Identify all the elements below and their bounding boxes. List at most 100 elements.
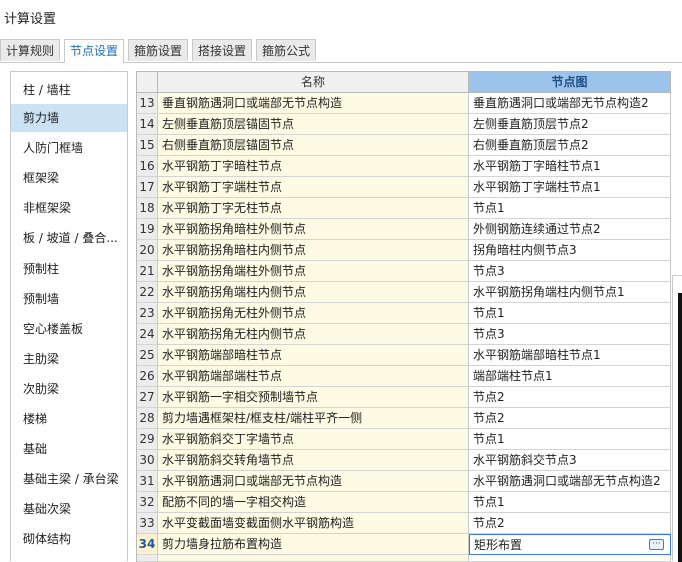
node-cell-editing[interactable]: 矩形布置 ···	[469, 534, 671, 555]
node-cell[interactable]: 节点1	[469, 303, 671, 324]
table-row: 33 水平变截面墙变截面侧水平钢筋构造 节点2	[137, 513, 671, 534]
sidebar-item-frame-beam[interactable]: 框架梁	[11, 164, 127, 192]
node-cell[interactable]: 拐角暗柱内侧节点3	[469, 240, 671, 261]
more-options-button[interactable]: ···	[649, 539, 664, 550]
node-cell[interactable]: 节点3	[469, 324, 671, 345]
row-number: 31	[137, 471, 158, 492]
row-number: 25	[137, 345, 158, 366]
node-cell[interactable]: 水平钢筋端部暗柱节点1	[469, 345, 671, 366]
table-row: 19 水平钢筋拐角暗柱外侧节点 外侧钢筋连续通过节点2	[137, 219, 671, 240]
table-row: 26 水平钢筋端部端柱节点 端部端柱节点1	[137, 366, 671, 387]
setting-name: 水平钢筋斜交转角墙节点	[158, 450, 469, 471]
node-cell[interactable]: 外侧钢筋连续通过节点2	[469, 219, 671, 240]
node-cell[interactable]: 节点1	[469, 198, 671, 219]
setting-name: 剪力墙遇框架柱/框支柱/端柱平齐一侧	[158, 408, 469, 429]
column-header-node[interactable]: 节点图	[469, 72, 671, 93]
sidebar-item-non-frame-beam[interactable]: 非框架梁	[11, 194, 127, 222]
tab-stirrup-settings[interactable]: 箍筋设置	[128, 39, 188, 61]
table-row: 29 水平钢筋斜交丁字墙节点 节点1	[137, 429, 671, 450]
node-cell[interactable]: 水平钢筋遇洞口或端部无节点构造2	[469, 471, 671, 492]
table-row: 32 配筋不同的墙一字相交构造 节点1	[137, 492, 671, 513]
table-row: 20 水平钢筋拐角暗柱内侧节点 拐角暗柱内侧节点3	[137, 240, 671, 261]
row-number: 28	[137, 408, 158, 429]
row-number: 26	[137, 366, 158, 387]
setting-name: 水平钢筋拐角端柱内侧节点	[158, 282, 469, 303]
row-number: 17	[137, 177, 158, 198]
table-row: 16 水平钢筋丁字暗柱节点 水平钢筋丁字暗柱节点1	[137, 156, 671, 177]
sidebar-item-slab-ramp[interactable]: 板 / 坡道 / 叠合...	[11, 224, 127, 252]
row-number: 27	[137, 387, 158, 408]
node-cell[interactable]: 端部端柱节点1	[469, 366, 671, 387]
row-number: 23	[137, 303, 158, 324]
sidebar-item-precast-wall[interactable]: 预制墙	[11, 285, 127, 313]
tab-bar: 计算规则 节点设置 箍筋设置 搭接设置 箍筋公式	[0, 39, 682, 63]
table-row: 13 垂直钢筋遇洞口或端部无节点构造 垂直筋遇洞口或端部无节点构造2	[137, 93, 671, 114]
column-header-name[interactable]: 名称	[158, 72, 469, 93]
setting-name: 水平钢筋丁字无柱节点	[158, 198, 469, 219]
setting-name: 垂直钢筋遇洞口或端部无节点构造	[158, 93, 469, 114]
node-cell[interactable]: 右侧垂直筋顶层节点2	[469, 135, 671, 156]
row-number: 24	[137, 324, 158, 345]
sidebar-item-civil-defense-door-wall[interactable]: 人防门框墙	[11, 134, 127, 162]
table-row: 22 水平钢筋拐角端柱内侧节点 水平钢筋拐角端柱内侧节点1	[137, 282, 671, 303]
row-number: 13	[137, 93, 158, 114]
table-row: 21 水平钢筋拐角端柱外侧节点 节点3	[137, 261, 671, 282]
node-cell[interactable]: 节点2	[469, 513, 671, 534]
sidebar-item-foundation[interactable]: 基础	[11, 435, 127, 463]
setting-name: 剪力墙身拉筋布置构造	[158, 534, 469, 555]
setting-name: 水平钢筋拐角端柱外侧节点	[158, 261, 469, 282]
setting-name: 水平钢筋丁字端柱节点	[158, 177, 469, 198]
node-cell[interactable]: 节点2	[469, 408, 671, 429]
node-cell[interactable]: 水平钢筋斜交节点3	[469, 450, 671, 471]
sidebar-item-foundation-secondary-beam[interactable]: 基础次梁	[11, 495, 127, 523]
setting-name: 水平钢筋端部暗柱节点	[158, 345, 469, 366]
row-number: 21	[137, 261, 158, 282]
node-cell[interactable]: 节点1	[469, 429, 671, 450]
node-cell[interactable]: 水平钢筋丁字端柱节点1	[469, 177, 671, 198]
window-title: 计算设置	[4, 12, 57, 27]
sidebar-item-shear-wall[interactable]: 剪力墙	[11, 104, 127, 132]
row-number: 30	[137, 450, 158, 471]
table-row: 25 水平钢筋端部暗柱节点 水平钢筋端部暗柱节点1	[137, 345, 671, 366]
tab-calc-rules[interactable]: 计算规则	[0, 39, 60, 61]
table-row: 23 水平钢筋拐角无柱外侧节点 节点1	[137, 303, 671, 324]
table-row-selected: 34 剪力墙身拉筋布置构造 矩形布置 ···	[137, 534, 671, 555]
sidebar-item-foundation-main-beam[interactable]: 基础主梁 / 承台梁	[11, 465, 127, 493]
sidebar-item-secondary-rib-beam[interactable]: 次肋梁	[11, 375, 127, 403]
row-number: 22	[137, 282, 158, 303]
sidebar-item-precast-column[interactable]: 预制柱	[11, 255, 127, 283]
row-number: 29	[137, 429, 158, 450]
sidebar-item-column[interactable]: 柱 / 墙柱	[11, 76, 127, 104]
node-cell[interactable]: 节点1	[469, 492, 671, 513]
sidebar-item-stairs[interactable]: 楼梯	[11, 405, 127, 433]
node-cell[interactable]: 水平钢筋丁字暗柱节点1	[469, 156, 671, 177]
table-row: 27 水平钢筋一字相交预制墙节点 节点2	[137, 387, 671, 408]
node-cell[interactable]: 节点3	[469, 261, 671, 282]
setting-name: 水平钢筋端部端柱节点	[158, 366, 469, 387]
tab-node-settings[interactable]: 节点设置	[64, 39, 124, 63]
row-number: 15	[137, 135, 158, 156]
setting-name: 水平钢筋拐角无柱外侧节点	[158, 303, 469, 324]
table-row: 18 水平钢筋丁字无柱节点 节点1	[137, 198, 671, 219]
row-number: 18	[137, 198, 158, 219]
table-row: 24 水平钢筋拐角无柱内侧节点 节点3	[137, 324, 671, 345]
setting-name: 水平钢筋斜交丁字墙节点	[158, 429, 469, 450]
sidebar-item-hollow-floor[interactable]: 空心楼盖板	[11, 315, 127, 343]
node-cell[interactable]: 节点2	[469, 387, 671, 408]
setting-name: 水平钢筋丁字暗柱节点	[158, 156, 469, 177]
setting-name: 水平钢筋拐角无柱内侧节点	[158, 324, 469, 345]
row-number-header	[137, 72, 158, 93]
setting-name: 水平钢筋遇洞口或端部无节点构造	[158, 471, 469, 492]
sidebar-item-main-rib-beam[interactable]: 主肋梁	[11, 345, 127, 373]
tab-lap-settings[interactable]: 搭接设置	[192, 39, 252, 61]
setting-name: 左侧垂直筋顶层锚固节点	[158, 114, 469, 135]
row-number: 16	[137, 156, 158, 177]
node-cell[interactable]: 左侧垂直筋顶层节点2	[469, 114, 671, 135]
node-cell[interactable]: 垂直筋遇洞口或端部无节点构造2	[469, 93, 671, 114]
node-cell[interactable]: 水平钢筋拐角端柱内侧节点1	[469, 282, 671, 303]
row-number: 14	[137, 114, 158, 135]
tab-stirrup-formula[interactable]: 箍筋公式	[256, 39, 316, 61]
setting-name: 配筋不同的墙一字相交构造	[158, 492, 469, 513]
table-row: 28 剪力墙遇框架柱/框支柱/端柱平齐一侧 节点2	[137, 408, 671, 429]
sidebar-item-masonry[interactable]: 砌体结构	[11, 525, 127, 553]
